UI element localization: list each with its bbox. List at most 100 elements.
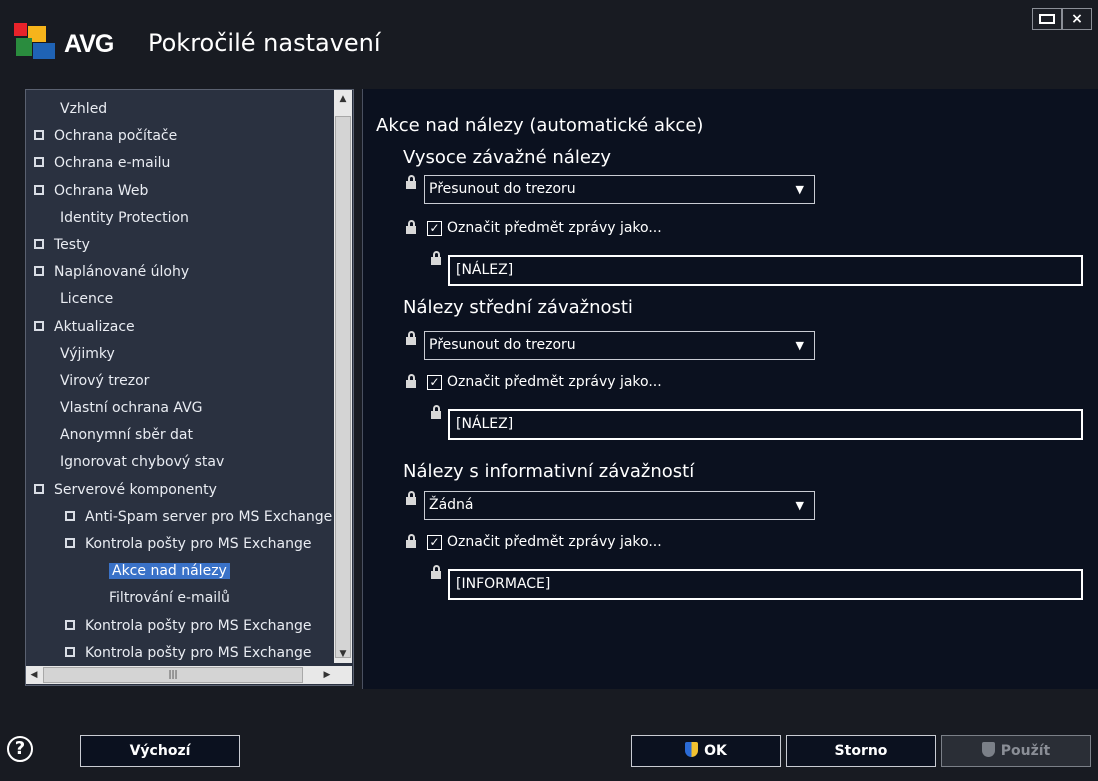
vertical-scrollbar[interactable]: ▲ ▼ <box>334 90 352 663</box>
lock-icon[interactable] <box>431 565 441 579</box>
lock-icon[interactable] <box>431 251 441 265</box>
medium-mark-subject-row[interactable]: ✓ Označit předmět zprávy jako... <box>427 373 662 391</box>
scroll-right-icon[interactable]: ▶ <box>319 666 335 684</box>
close-button[interactable]: × <box>1062 8 1092 30</box>
chevron-down-icon: ▼ <box>795 339 804 352</box>
help-icon[interactable]: ? <box>7 736 33 762</box>
lock-icon[interactable] <box>406 175 416 189</box>
expand-icon[interactable] <box>34 320 44 331</box>
default-button[interactable]: Výchozí <box>80 735 240 767</box>
expand-icon[interactable] <box>34 184 44 195</box>
info-action-select[interactable]: Žádná ▼ <box>424 491 815 520</box>
lock-icon[interactable] <box>406 534 416 548</box>
medium-mark-subject-checkbox[interactable]: ✓ <box>427 374 442 390</box>
tree-list: Vzhled Ochrana počítače Ochrana e-mailu Och… <box>26 96 332 667</box>
tree-item[interactable]: Kontrola pošty pro MS Exchange <box>26 613 332 640</box>
high-mark-subject-label: Označit předmět zprávy jako... <box>447 220 662 236</box>
apply-button[interactable]: Použít <box>941 735 1091 767</box>
lock-icon[interactable] <box>431 405 441 419</box>
expand-icon[interactable] <box>65 646 75 657</box>
expand-icon[interactable] <box>65 510 75 521</box>
title-bar: AVG Pokročilé nastavení × <box>0 0 1098 82</box>
maximize-icon <box>1039 14 1055 24</box>
avg-settings-window: AVG Pokročilé nastavení × Vzhled Ochrana … <box>0 0 1098 781</box>
expand-icon[interactable] <box>34 483 44 494</box>
horizontal-scrollbar[interactable]: ◀ ||| ▶ <box>26 666 335 684</box>
tree-item-label: Ochrana počítače <box>54 128 178 145</box>
tree-item-label: Naplánované úlohy <box>54 264 190 281</box>
medium-tag-input[interactable]: [NÁLEZ] <box>448 409 1083 440</box>
cancel-button[interactable]: Storno <box>786 735 936 767</box>
tree-item-label: Anonymní sběr dat <box>60 427 193 444</box>
info-tag-input[interactable]: [INFORMACE] <box>448 569 1083 600</box>
tree-item[interactable]: Kontrola pošty pro MS Exchange <box>26 531 332 558</box>
horizontal-scroll-thumb[interactable]: ||| <box>43 667 303 683</box>
settings-panel: Akce nad nálezy (automatické akce) Vysoc… <box>362 89 1098 689</box>
expand-icon[interactable] <box>34 266 44 277</box>
medium-action-select[interactable]: Přesunout do trezoru ▼ <box>424 331 815 360</box>
tree-item-label: Testy <box>54 236 90 253</box>
expand-icon[interactable] <box>34 238 44 249</box>
lock-icon[interactable] <box>406 374 416 388</box>
expand-icon[interactable] <box>34 157 44 168</box>
tree-item[interactable]: Filtrování e-mailů <box>26 585 332 612</box>
footer-bar: ? Výchozí OK Storno Použít <box>0 735 1098 781</box>
high-action-select[interactable]: Přesunout do trezoru ▼ <box>424 175 815 204</box>
expand-icon[interactable] <box>34 130 44 141</box>
tree-item-label: Ochrana Web <box>54 182 149 199</box>
expand-icon[interactable] <box>65 538 75 548</box>
high-tag-input[interactable]: [NÁLEZ] <box>448 255 1083 286</box>
tree-item[interactable]: Virový trezor <box>26 368 332 395</box>
lock-icon[interactable] <box>406 331 416 345</box>
page-title: Akce nad nálezy (automatické akce) <box>376 115 704 136</box>
lock-icon[interactable] <box>406 491 416 505</box>
apply-label: Použít <box>1000 743 1051 759</box>
lock-icon[interactable] <box>406 220 416 234</box>
tree-item-label: Ignorovat chybový stav <box>60 454 225 471</box>
maximize-button[interactable] <box>1032 8 1062 30</box>
tree-item[interactable]: Kontrola pošty pro MS Exchange <box>26 640 332 667</box>
tree-item[interactable]: Ignorovat chybový stav <box>26 449 332 476</box>
expand-icon[interactable] <box>65 619 75 630</box>
tree-item[interactable]: Ochrana Web <box>26 178 332 205</box>
medium-action-value: Přesunout do trezoru <box>429 337 576 353</box>
tree-item[interactable]: Serverové komponenty <box>26 477 332 504</box>
high-mark-subject-row[interactable]: ✓ Označit předmět zprávy jako... <box>427 219 662 237</box>
tree-item[interactable]: Vlastní ochrana AVG <box>26 395 332 422</box>
tree-item[interactable]: Ochrana e-mailu <box>26 150 332 177</box>
tree-item[interactable]: Výjimky <box>26 341 332 368</box>
close-icon: × <box>1071 11 1083 27</box>
tree-item-label: Kontrola pošty pro MS Exchange <box>85 644 312 661</box>
tree-item[interactable]: Naplánované úlohy <box>26 259 332 286</box>
scroll-up-icon[interactable]: ▲ <box>334 90 352 108</box>
tree-item-label: Licence <box>60 291 114 308</box>
tree-item[interactable]: Akce nad nálezy <box>26 558 332 585</box>
tree-item[interactable]: Licence <box>26 286 332 313</box>
tree-item-label: Virový trezor <box>60 372 150 389</box>
high-action-value: Přesunout do trezoru <box>429 181 576 197</box>
tree-item[interactable]: Ochrana počítače <box>26 123 332 150</box>
tree-item-label: Serverové komponenty <box>54 481 217 498</box>
info-action-value: Žádná <box>429 497 474 513</box>
tree-item[interactable]: Testy <box>26 232 332 259</box>
tree-item-label: Anti-Spam server pro MS Exchange <box>85 508 332 525</box>
shield-icon <box>981 742 995 757</box>
scroll-left-icon[interactable]: ◀ <box>26 666 42 684</box>
scroll-down-icon[interactable]: ▼ <box>334 645 352 663</box>
tree-item[interactable]: Anonymní sběr dat <box>26 422 332 449</box>
window-title: Pokročilé nastavení <box>148 29 381 57</box>
tree-item-label: Výjimky <box>60 345 115 362</box>
tree-item-label: Kontrola pošty pro MS Exchange <box>85 536 312 552</box>
brand-name: AVG <box>64 30 114 58</box>
tree-item[interactable]: Identity Protection <box>26 205 332 232</box>
ok-button[interactable]: OK <box>631 735 781 767</box>
info-mark-subject-row[interactable]: ✓ Označit předmět zprávy jako... <box>427 533 662 551</box>
vertical-scroll-thumb[interactable] <box>335 116 351 658</box>
tree-item[interactable]: Anti-Spam server pro MS Exchange <box>26 504 332 531</box>
tree-item[interactable]: Aktualizace <box>26 314 332 341</box>
tree-item[interactable]: Vzhled <box>26 96 332 123</box>
section-heading-medium: Nálezy střední závažnosti <box>403 297 633 318</box>
chevron-down-icon: ▼ <box>795 183 804 196</box>
high-mark-subject-checkbox[interactable]: ✓ <box>427 220 442 236</box>
info-mark-subject-checkbox[interactable]: ✓ <box>427 534 442 550</box>
